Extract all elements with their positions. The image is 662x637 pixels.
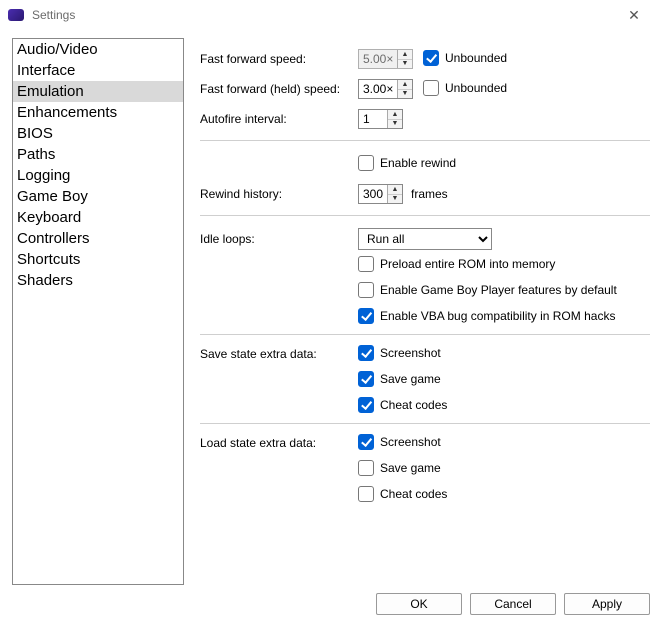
app-icon — [8, 9, 24, 21]
sidebar-item-controllers[interactable]: Controllers — [13, 228, 183, 249]
ff-held-label: Fast forward (held) speed: — [200, 82, 358, 96]
spinner-up-icon: ▲ — [398, 50, 412, 60]
titlebar: Settings ✕ — [0, 0, 662, 30]
load-game-label: Save game — [380, 461, 441, 475]
sidebar-item-game-boy[interactable]: Game Boy — [13, 186, 183, 207]
ff-speed-input — [359, 50, 397, 68]
spinner-up-icon[interactable]: ▲ — [388, 185, 402, 195]
autofire-label: Autofire interval: — [200, 112, 358, 126]
spinner-down-icon[interactable]: ▼ — [388, 120, 402, 129]
spinner-down-icon[interactable]: ▼ — [398, 90, 412, 99]
ff-held-input[interactable] — [359, 80, 397, 98]
dialog-footer: OK Cancel Apply — [0, 585, 662, 625]
sidebar-item-emulation[interactable]: Emulation — [13, 81, 183, 102]
save-screenshot-label: Screenshot — [380, 346, 441, 360]
rewind-history-spinner[interactable]: ▲▼ — [358, 184, 403, 204]
ff-speed-label: Fast forward speed: — [200, 52, 358, 66]
sidebar: Audio/VideoInterfaceEmulationEnhancement… — [12, 38, 184, 585]
separator — [200, 334, 650, 335]
idle-loops-select[interactable]: Run all — [358, 228, 492, 250]
rewind-history-label: Rewind history: — [200, 187, 358, 201]
sidebar-item-keyboard[interactable]: Keyboard — [13, 207, 183, 228]
cancel-button[interactable]: Cancel — [470, 593, 556, 615]
sidebar-item-shaders[interactable]: Shaders — [13, 270, 183, 291]
vba-compat-checkbox[interactable]: Enable VBA bug compatibility in ROM hack… — [358, 308, 617, 324]
sidebar-item-enhancements[interactable]: Enhancements — [13, 102, 183, 123]
window-title: Settings — [32, 8, 614, 22]
apply-button[interactable]: Apply — [564, 593, 650, 615]
separator — [200, 215, 650, 216]
sidebar-item-bios[interactable]: BIOS — [13, 123, 183, 144]
ff-speed-spinner: ▲▼ — [358, 49, 413, 69]
sidebar-item-paths[interactable]: Paths — [13, 144, 183, 165]
save-screenshot-checkbox[interactable]: Screenshot — [358, 345, 447, 361]
load-cheat-checkbox[interactable]: Cheat codes — [358, 486, 447, 502]
enable-rewind-label: Enable rewind — [380, 156, 456, 170]
preload-rom-label: Preload entire ROM into memory — [380, 257, 555, 271]
load-game-checkbox[interactable]: Save game — [358, 460, 447, 476]
rewind-history-suffix: frames — [411, 187, 448, 201]
sidebar-item-audio-video[interactable]: Audio/Video — [13, 39, 183, 60]
sidebar-item-interface[interactable]: Interface — [13, 60, 183, 81]
spinner-up-icon[interactable]: ▲ — [388, 110, 402, 120]
ok-button[interactable]: OK — [376, 593, 462, 615]
ff-unbounded-label: Unbounded — [445, 51, 507, 65]
gbp-features-checkbox[interactable]: Enable Game Boy Player features by defau… — [358, 282, 617, 298]
autofire-input[interactable] — [359, 110, 387, 128]
spinner-down-icon[interactable]: ▼ — [388, 195, 402, 204]
spinner-up-icon[interactable]: ▲ — [398, 80, 412, 90]
sidebar-item-shortcuts[interactable]: Shortcuts — [13, 249, 183, 270]
autofire-spinner[interactable]: ▲▼ — [358, 109, 403, 129]
load-extra-label: Load state extra data: — [200, 434, 358, 450]
save-cheat-checkbox[interactable]: Cheat codes — [358, 397, 447, 413]
enable-rewind-checkbox[interactable]: Enable rewind — [358, 155, 456, 171]
ff-unbounded-checkbox[interactable]: Unbounded — [423, 50, 507, 66]
settings-panel: Fast forward speed: ▲▼ Unbounded Fast fo… — [200, 38, 650, 585]
rewind-history-input[interactable] — [359, 185, 387, 203]
save-game-checkbox[interactable]: Save game — [358, 371, 447, 387]
idle-loops-label: Idle loops: — [200, 232, 358, 246]
ff-held-unbounded-checkbox[interactable]: Unbounded — [423, 80, 507, 96]
vba-compat-label: Enable VBA bug compatibility in ROM hack… — [380, 309, 615, 323]
save-cheat-label: Cheat codes — [380, 398, 447, 412]
load-screenshot-label: Screenshot — [380, 435, 441, 449]
separator — [200, 423, 650, 424]
load-cheat-label: Cheat codes — [380, 487, 447, 501]
ff-held-unbounded-label: Unbounded — [445, 81, 507, 95]
save-extra-label: Save state extra data: — [200, 345, 358, 361]
load-screenshot-checkbox[interactable]: Screenshot — [358, 434, 447, 450]
ff-held-spinner[interactable]: ▲▼ — [358, 79, 413, 99]
gbp-features-label: Enable Game Boy Player features by defau… — [380, 283, 617, 297]
separator — [200, 140, 650, 141]
spinner-down-icon: ▼ — [398, 60, 412, 69]
preload-rom-checkbox[interactable]: Preload entire ROM into memory — [358, 256, 617, 272]
save-game-label: Save game — [380, 372, 441, 386]
close-icon[interactable]: ✕ — [614, 7, 654, 24]
sidebar-item-logging[interactable]: Logging — [13, 165, 183, 186]
